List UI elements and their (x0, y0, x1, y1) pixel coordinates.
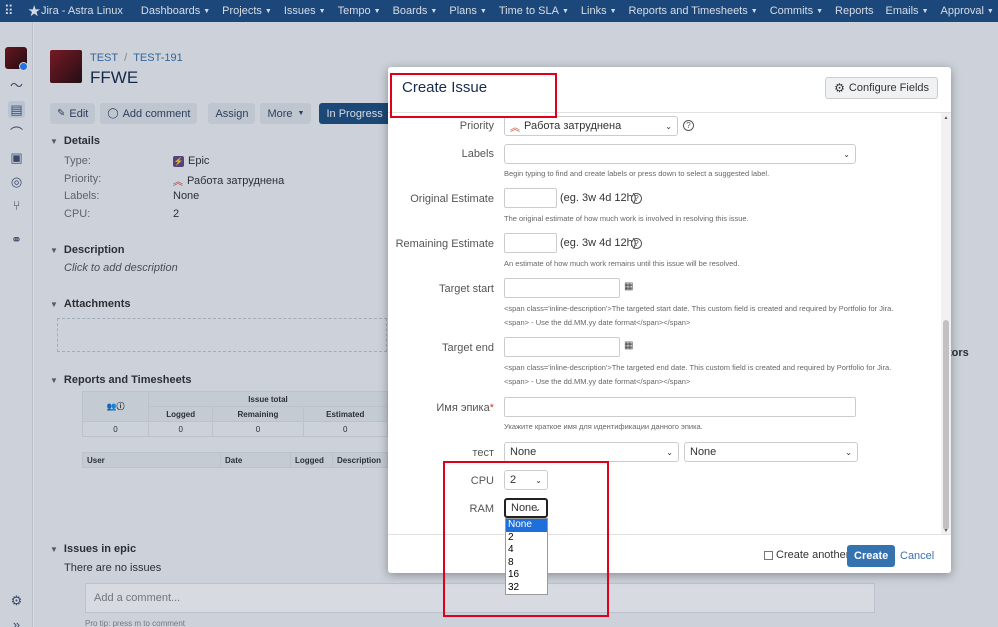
remaining-estimate-hint: An estimate of how much work remains unt… (504, 259, 740, 268)
epic-name-hint: Укажите краткое имя для идентификации да… (504, 422, 703, 431)
labels-hint: Begin typing to find and create labels o… (504, 169, 770, 178)
epic-name-input[interactable] (504, 397, 856, 417)
target-start-label: Target start (438, 283, 494, 295)
chevron-down-icon: ⌄ (666, 447, 673, 457)
scrollbar-thumb[interactable] (943, 320, 949, 530)
annotation-box-title (390, 73, 557, 118)
remaining-estimate-example: (eg. 3w 4d 12h) (560, 237, 637, 249)
target-start-hint: <span class='inline-description'>The tar… (504, 304, 894, 313)
labels-select[interactable]: ⌄ (504, 144, 856, 164)
gear-icon: ⚙ (834, 81, 845, 95)
test-child-value: None (690, 446, 717, 458)
scroll-up-icon[interactable]: ▲ (943, 115, 949, 121)
configure-fields-label: Configure Fields (848, 82, 929, 94)
priority-select-value: Работа затруднена (524, 120, 622, 132)
required-marker: * (489, 402, 494, 414)
calendar-icon[interactable]: ▦ (624, 281, 633, 292)
original-estimate-hint: The original estimate of how much work i… (504, 214, 749, 223)
scroll-down-icon[interactable]: ▼ (943, 528, 949, 534)
priority-select[interactable]: ︽ Работа затруднена ⌄ (504, 116, 678, 136)
priority-field-label: Priority (459, 120, 494, 132)
original-estimate-input[interactable] (504, 188, 557, 208)
epic-name-label: Имя эпика* (436, 402, 494, 414)
create-another-checkbox[interactable]: Create another (764, 549, 849, 561)
target-end-hint-format: <span> - Use the dd.MM.yy date format</s… (504, 377, 691, 386)
dialog-scrollbar[interactable]: ▲ ▼ (941, 113, 951, 534)
target-start-hint-format: <span> - Use the dd.MM.yy date format</s… (504, 318, 691, 327)
target-end-label: Target end (442, 342, 494, 354)
checkbox-icon[interactable] (764, 550, 773, 560)
test-parent-value: None (510, 446, 537, 458)
test-field-label: тест (472, 447, 494, 459)
labels-field-label: Labels (461, 148, 494, 160)
target-end-hint: <span class='inline-description'>The tar… (504, 363, 892, 372)
remaining-estimate-input[interactable] (504, 233, 557, 253)
test-child-select[interactable]: None ⌄ (684, 442, 858, 462)
priority-high-icon: ︽ (510, 122, 520, 134)
help-icon[interactable]: ? (631, 193, 642, 204)
target-end-input[interactable] (504, 337, 620, 357)
help-icon[interactable]: ? (683, 120, 694, 131)
epic-name-label-text: Имя эпика (436, 402, 490, 414)
original-estimate-example: (eg. 3w 4d 12h) (560, 192, 637, 204)
target-start-input[interactable] (504, 278, 620, 298)
cancel-link[interactable]: Cancel (900, 550, 934, 562)
create-button[interactable]: Create (847, 545, 896, 567)
remaining-estimate-label: Remaining Estimate (395, 238, 494, 250)
annotation-box-fields (443, 461, 609, 617)
test-parent-select[interactable]: None ⌄ (504, 442, 679, 462)
help-icon[interactable]: ? (631, 238, 642, 249)
chevron-down-icon: ⌄ (843, 149, 850, 159)
chevron-down-icon: ⌄ (845, 447, 852, 457)
create-another-label: Create another (776, 549, 850, 561)
configure-fields-button[interactable]: ⚙ Configure Fields (825, 77, 938, 99)
calendar-icon[interactable]: ▦ (624, 340, 633, 351)
chevron-down-icon: ⌄ (665, 121, 672, 131)
original-estimate-label: Original Estimate (410, 193, 494, 205)
